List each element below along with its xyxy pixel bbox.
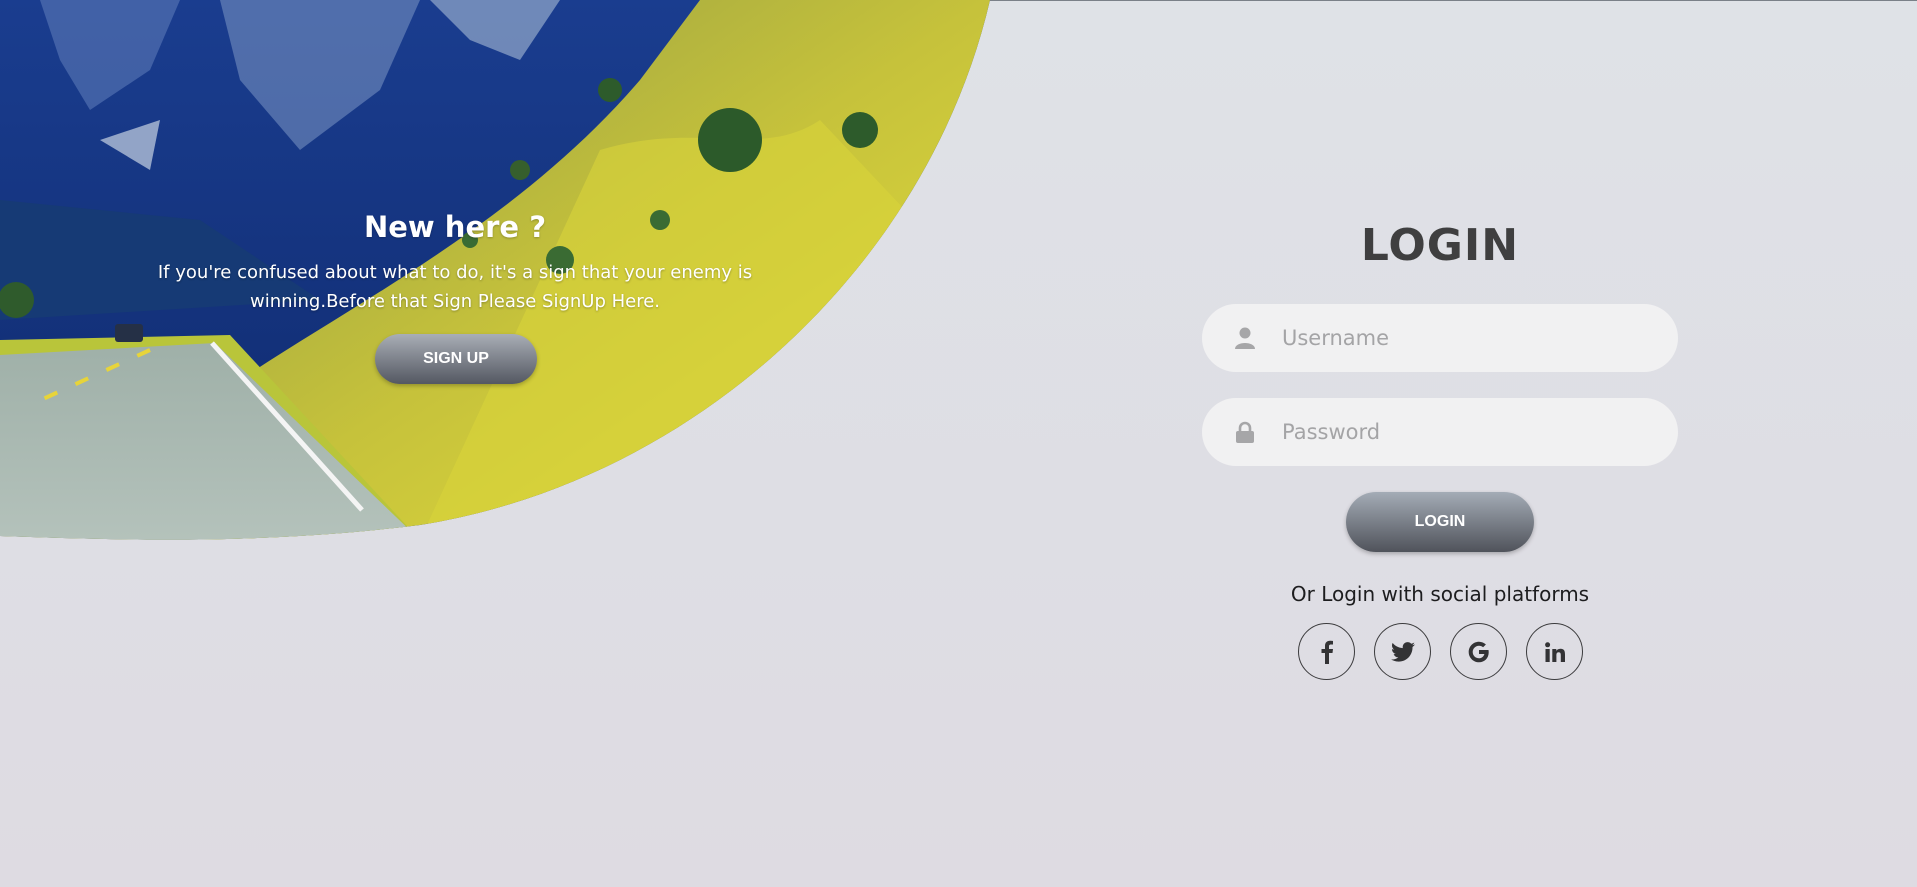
twitter-button[interactable] bbox=[1374, 623, 1431, 680]
login-title: LOGIN bbox=[1360, 220, 1520, 271]
login-button[interactable]: LOGIN bbox=[1346, 492, 1534, 552]
hero-title: New here ? bbox=[363, 210, 547, 244]
hero-description: If you're confused about what to do, it'… bbox=[157, 262, 753, 312]
password-field-wrap bbox=[1202, 398, 1678, 466]
user-icon bbox=[1234, 326, 1256, 350]
linkedin-button[interactable] bbox=[1526, 623, 1583, 680]
lock-icon bbox=[1234, 420, 1256, 444]
social-buttons bbox=[1298, 623, 1583, 680]
username-input[interactable] bbox=[1282, 304, 1648, 372]
hero-content: New here ? If you're confused about what… bbox=[130, 210, 780, 316]
linkedin-icon bbox=[1544, 641, 1565, 662]
signup-button[interactable]: SIGN UP bbox=[375, 334, 537, 384]
facebook-button[interactable] bbox=[1298, 623, 1355, 680]
username-field-wrap bbox=[1202, 304, 1678, 372]
social-login-text: Or Login with social platforms bbox=[1290, 582, 1590, 606]
signup-hero-panel: New here ? If you're confused about what… bbox=[0, 0, 990, 540]
facebook-icon bbox=[1321, 640, 1333, 664]
password-input[interactable] bbox=[1282, 398, 1648, 466]
google-icon bbox=[1468, 641, 1489, 662]
twitter-icon bbox=[1390, 641, 1415, 662]
google-button[interactable] bbox=[1450, 623, 1507, 680]
